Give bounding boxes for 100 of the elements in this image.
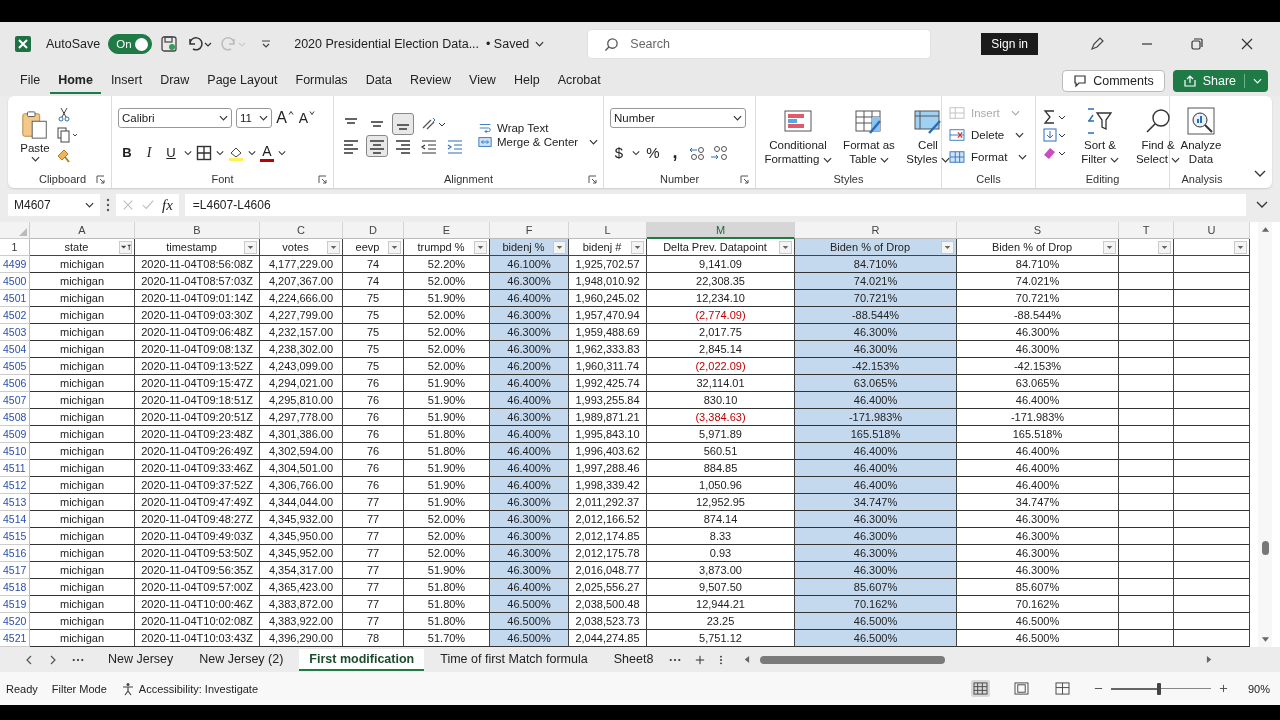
restore-icon[interactable] bbox=[1189, 36, 1205, 52]
filter-dropdown-button[interactable] bbox=[1158, 240, 1171, 254]
column-letter[interactable]: T bbox=[1119, 222, 1174, 239]
collapse-ribbon-icon[interactable] bbox=[1254, 170, 1266, 178]
row-number[interactable]: 4512 bbox=[0, 477, 30, 494]
row-number[interactable]: 4501 bbox=[0, 290, 30, 307]
menu-tab[interactable]: Formulas bbox=[287, 68, 356, 94]
column-letter[interactable]: B bbox=[135, 222, 260, 239]
menu-tab[interactable]: Draw bbox=[152, 68, 198, 94]
zoom-slider[interactable] bbox=[1111, 681, 1211, 696]
filter-dropdown-button[interactable] bbox=[244, 240, 257, 254]
bold-button[interactable]: B bbox=[118, 142, 136, 163]
zoom-in-icon[interactable] bbox=[1219, 684, 1228, 693]
row-number[interactable]: 4510 bbox=[0, 443, 30, 460]
menu-tab[interactable]: Page Layout bbox=[199, 68, 286, 94]
row-number[interactable]: 4509 bbox=[0, 426, 30, 443]
menu-tab[interactable]: Insert bbox=[102, 68, 151, 94]
sheet-tab[interactable]: New Jersey bbox=[98, 648, 184, 671]
expand-formula-icon[interactable] bbox=[1256, 201, 1268, 209]
name-box[interactable]: M4607 bbox=[8, 194, 100, 216]
horizontal-align-icon[interactable] bbox=[366, 135, 388, 157]
font-family-dropdown[interactable]: Calibri bbox=[118, 107, 232, 128]
font-size-dropdown[interactable]: 11 bbox=[236, 107, 272, 128]
page-break-icon[interactable] bbox=[1053, 680, 1072, 697]
pen-icon[interactable] bbox=[1089, 36, 1105, 52]
wrap-text-button[interactable]: Wrap Text bbox=[478, 121, 549, 135]
sheet-tab[interactable]: New Jersey (2) bbox=[189, 648, 294, 671]
number-format-dropdown[interactable]: Number bbox=[610, 107, 746, 128]
column-letter[interactable]: U bbox=[1174, 222, 1250, 239]
column-letter[interactable]: E bbox=[404, 222, 490, 239]
normal-view-icon[interactable] bbox=[971, 680, 990, 697]
row-number[interactable]: 4504 bbox=[0, 341, 30, 358]
filter-dropdown-button[interactable] bbox=[631, 240, 644, 254]
row-number[interactable]: 4506 bbox=[0, 375, 30, 392]
filter-dropdown-button[interactable] bbox=[474, 240, 487, 254]
vertical-scrollbar[interactable] bbox=[1258, 222, 1272, 647]
format-painter-icon[interactable] bbox=[56, 148, 72, 165]
grow-font-button[interactable]: A bbox=[276, 107, 294, 128]
search-field[interactable]: Search bbox=[588, 30, 931, 58]
caret-icon[interactable] bbox=[632, 149, 640, 156]
cells-button[interactable]: Format bbox=[948, 150, 1029, 164]
scroll-down-icon[interactable] bbox=[1260, 636, 1270, 644]
filter-dropdown-button[interactable] bbox=[1234, 240, 1247, 254]
previous-sheet-icon[interactable] bbox=[24, 654, 34, 665]
zoom-slider-thumb[interactable] bbox=[1157, 682, 1161, 695]
dialog-launcher-icon[interactable] bbox=[96, 175, 105, 184]
dialog-launcher-icon[interactable] bbox=[740, 175, 749, 184]
add-sheet-icon[interactable] bbox=[695, 654, 706, 665]
row-number[interactable]: 4521 bbox=[0, 630, 30, 647]
column-letter[interactable]: C bbox=[260, 222, 343, 239]
column-letter[interactable]: R bbox=[795, 222, 957, 239]
column-letter[interactable]: F bbox=[490, 222, 569, 239]
italic-button[interactable]: I bbox=[140, 142, 158, 163]
underline-button[interactable]: U bbox=[162, 142, 180, 163]
more-options-icon[interactable] bbox=[106, 198, 110, 212]
sign-in-button[interactable]: Sign in bbox=[981, 33, 1038, 55]
menu-tab[interactable]: Home bbox=[50, 68, 101, 94]
scroll-right-icon[interactable] bbox=[1206, 655, 1214, 664]
insert-function-button[interactable]: fx bbox=[162, 196, 173, 214]
column-letter[interactable]: D bbox=[343, 222, 404, 239]
caret-icon[interactable] bbox=[216, 149, 224, 156]
column-letter[interactable]: S bbox=[957, 222, 1119, 239]
zoom-level[interactable]: 90% bbox=[1242, 682, 1270, 695]
styles-button[interactable]: Format as Table bbox=[840, 104, 898, 166]
menu-tab[interactable]: Acrobat bbox=[549, 68, 609, 94]
filter-dropdown-button[interactable] bbox=[388, 240, 401, 254]
accessibility-button[interactable]: Accessibility: Investigate bbox=[120, 681, 259, 696]
sort-filter-button[interactable]: Sort & Filter bbox=[1074, 104, 1126, 166]
filter-dropdown-button[interactable] bbox=[119, 240, 132, 254]
cut-icon[interactable] bbox=[56, 105, 72, 122]
comments-button[interactable]: Comments bbox=[1062, 70, 1165, 92]
column-letter[interactable]: A bbox=[30, 222, 135, 239]
styles-button[interactable]: Conditional Formatting bbox=[762, 104, 834, 166]
row-number[interactable]: 4519 bbox=[0, 596, 30, 613]
filter-dropdown-button[interactable] bbox=[327, 240, 340, 254]
sheet-tab[interactable]: Sheet8 bbox=[603, 648, 664, 671]
column-letter[interactable]: M bbox=[647, 222, 795, 239]
eraser-icon[interactable] bbox=[1042, 145, 1068, 161]
document-title[interactable]: 2020 Presidential Election Data... • Saved bbox=[294, 37, 545, 51]
row-number[interactable]: 4508 bbox=[0, 409, 30, 426]
vertical-align-icon[interactable] bbox=[392, 113, 414, 135]
filter-dropdown-button[interactable] bbox=[553, 240, 566, 254]
scroll-up-icon[interactable] bbox=[1260, 225, 1270, 233]
close-icon[interactable] bbox=[1239, 36, 1255, 52]
decrease-decimal-icon[interactable] bbox=[710, 144, 728, 161]
row-number[interactable]: 4513 bbox=[0, 494, 30, 511]
more-options-icon[interactable] bbox=[719, 654, 724, 665]
undo-icon[interactable] bbox=[186, 35, 213, 53]
customize-toolbar-icon[interactable] bbox=[260, 38, 273, 50]
sheet-tab[interactable]: First modification bbox=[299, 648, 425, 671]
menu-tab[interactable]: Data bbox=[357, 68, 401, 94]
row-number[interactable]: 4511 bbox=[0, 460, 30, 477]
row-number[interactable]: 4502 bbox=[0, 307, 30, 324]
borders-icon[interactable] bbox=[196, 144, 212, 161]
currency-button[interactable]: $ bbox=[610, 142, 628, 163]
autosum-icon[interactable] bbox=[1042, 109, 1068, 125]
page-layout-icon[interactable] bbox=[1012, 680, 1031, 697]
filter-dropdown-button[interactable] bbox=[941, 240, 954, 254]
caret-icon[interactable] bbox=[278, 149, 286, 156]
caret-icon[interactable] bbox=[184, 149, 192, 156]
